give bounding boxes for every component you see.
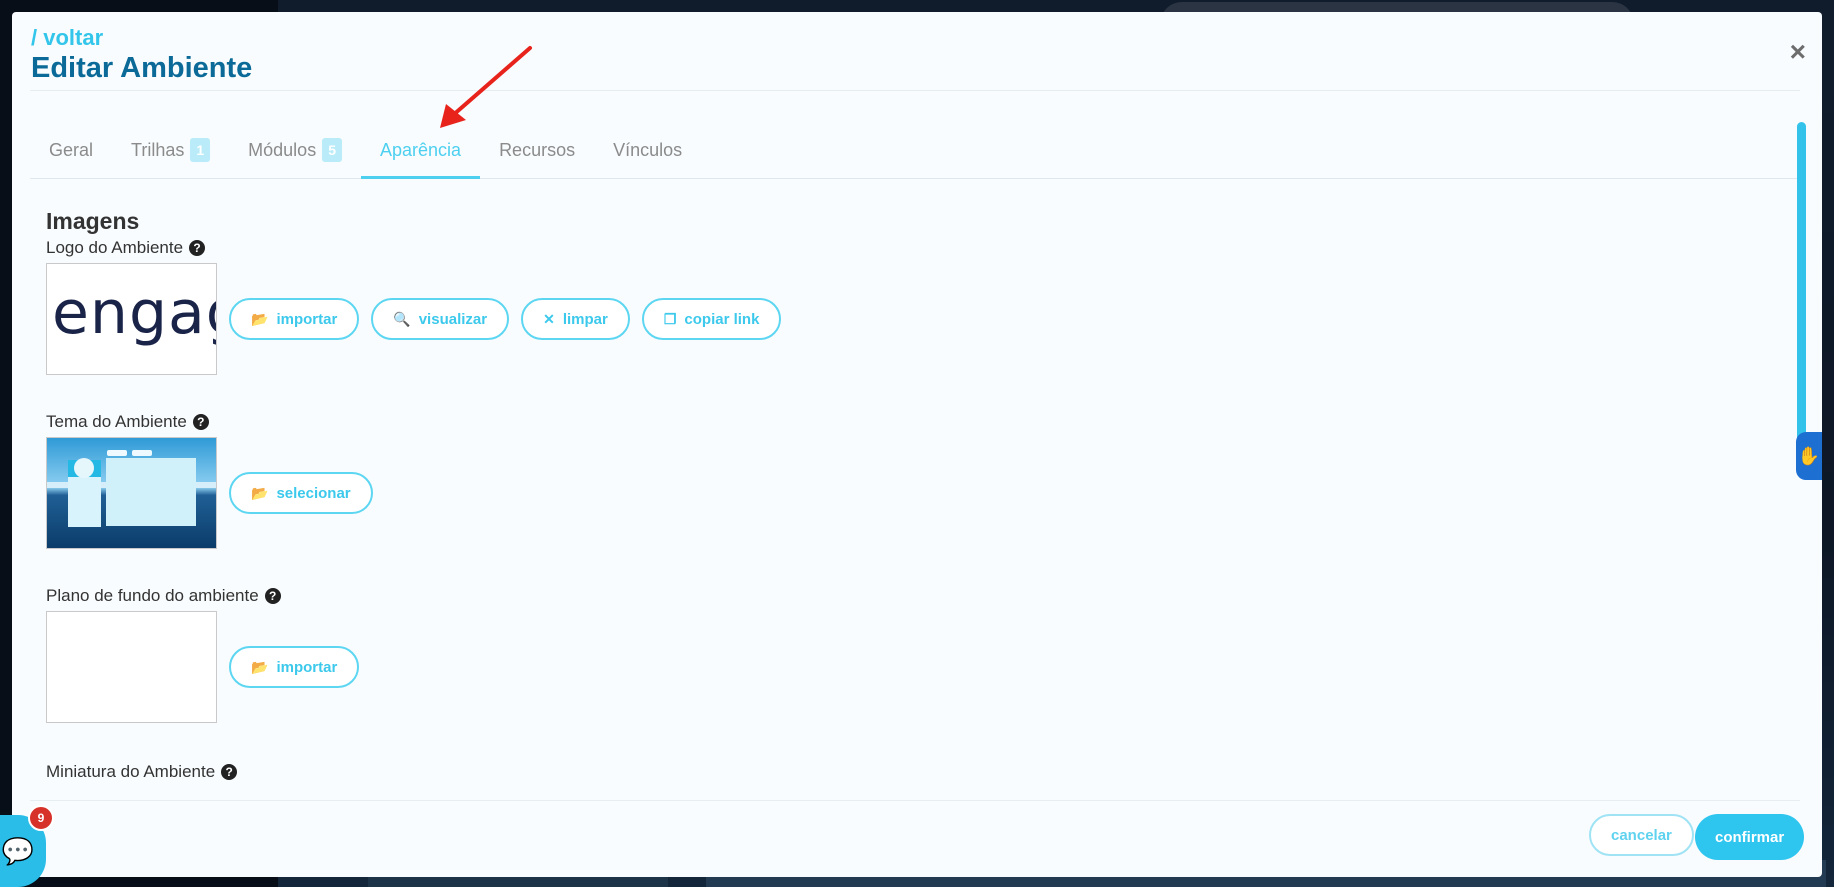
tab-label: Módulos bbox=[248, 139, 317, 160]
import-background-button[interactable]: 📂 importar bbox=[229, 646, 360, 688]
accessibility-hand-icon[interactable]: ✋ bbox=[1796, 432, 1822, 480]
count-badge: 5 bbox=[322, 138, 342, 162]
section-title: Imagens bbox=[46, 208, 140, 234]
theme-preview-pane bbox=[106, 458, 196, 526]
button-label: visualizar bbox=[418, 310, 488, 328]
logo-label: Logo do Ambiente bbox=[46, 238, 184, 257]
button-label: importar bbox=[276, 658, 338, 676]
theme-preview-sidebar bbox=[68, 477, 101, 527]
count-badge: 1 bbox=[190, 138, 211, 162]
theme-preview-tab bbox=[107, 450, 127, 456]
tab-modulos[interactable]: Módulos 5 bbox=[229, 122, 361, 178]
tab-vinculos[interactable]: Vínculos bbox=[594, 122, 701, 178]
close-icon: ✕ bbox=[543, 310, 555, 327]
theme-preview-tab bbox=[132, 450, 152, 456]
notification-badge: 9 bbox=[28, 805, 54, 831]
button-label: selecionar bbox=[276, 484, 351, 502]
logo-field: Logo do Ambiente ? engag 📂 importar 🔍 vi… bbox=[46, 237, 1766, 375]
tab-label: Recursos bbox=[499, 139, 576, 160]
tab-aparencia[interactable]: Aparência bbox=[361, 122, 481, 179]
theme-row: 📂 selecionar bbox=[46, 437, 1766, 549]
logo-preview: engag bbox=[46, 263, 217, 375]
import-logo-button[interactable]: 📂 importar bbox=[229, 298, 360, 340]
button-label: importar bbox=[276, 310, 338, 328]
close-button[interactable]: × bbox=[1790, 38, 1806, 66]
back-link[interactable]: / voltar bbox=[31, 25, 252, 51]
question-circle-icon[interactable]: ? bbox=[264, 588, 281, 604]
logo-preview-text: engag bbox=[52, 278, 216, 348]
view-logo-button[interactable]: 🔍 visualizar bbox=[371, 298, 510, 340]
question-circle-icon[interactable]: ? bbox=[189, 240, 206, 256]
theme-field: Tema do Ambiente ? 📂 selecionar bbox=[46, 411, 1766, 549]
question-circle-icon[interactable]: ? bbox=[192, 414, 209, 430]
thumbnail-label: Miniatura do Ambiente bbox=[46, 762, 216, 781]
field-label: Plano de fundo do ambiente ? bbox=[46, 585, 1766, 607]
tab-recursos[interactable]: Recursos bbox=[480, 122, 594, 178]
background-field: Plano de fundo do ambiente ? 📂 importar bbox=[46, 585, 1766, 723]
scrollbar-thumb[interactable] bbox=[1797, 122, 1806, 449]
background-label: Plano de fundo do ambiente bbox=[46, 586, 259, 605]
field-label: Miniatura do Ambiente ? bbox=[46, 761, 1766, 783]
thumbnail-field: Miniatura do Ambiente ? bbox=[46, 761, 1766, 783]
tab-bar: Geral Trilhas 1 Módulos 5 Aparência Recu… bbox=[30, 122, 1802, 179]
search-icon: 🔍 bbox=[393, 310, 411, 327]
folder-open-icon: 📂 bbox=[251, 484, 269, 501]
button-label: copiar link bbox=[684, 310, 760, 328]
button-label: limpar bbox=[562, 310, 608, 328]
theme-preview[interactable] bbox=[46, 437, 217, 549]
modal-header: / voltar Editar Ambiente bbox=[31, 25, 252, 85]
folder-open-icon: 📂 bbox=[251, 658, 269, 675]
edit-environment-modal: / voltar Editar Ambiente × Geral Trilhas… bbox=[12, 12, 1822, 877]
field-label: Logo do Ambiente ? bbox=[46, 237, 1766, 259]
field-label: Tema do Ambiente ? bbox=[46, 411, 1766, 433]
folder-open-icon: 📂 bbox=[251, 310, 269, 327]
logo-row: engag 📂 importar 🔍 visualizar ✕ limpar ❐… bbox=[46, 263, 1766, 375]
annotation-arrow-icon bbox=[440, 46, 532, 128]
background-row: 📂 importar bbox=[46, 611, 1766, 723]
tab-label: Trilhas bbox=[131, 139, 185, 160]
theme-preview-avatar bbox=[74, 458, 94, 478]
theme-label: Tema do Ambiente bbox=[46, 412, 187, 431]
clear-logo-button[interactable]: ✕ limpar bbox=[521, 298, 630, 340]
appearance-content: Imagens Logo do Ambiente ? engag 📂 impor… bbox=[46, 207, 1766, 783]
copy-link-button[interactable]: ❐ copiar link bbox=[641, 298, 782, 340]
tab-label: Aparência bbox=[380, 139, 462, 160]
question-circle-icon[interactable]: ? bbox=[221, 764, 238, 780]
tab-geral[interactable]: Geral bbox=[30, 122, 112, 178]
chat-icon: 💬 bbox=[1, 835, 35, 866]
footer-divider bbox=[30, 800, 1800, 801]
confirm-button[interactable]: confirmar bbox=[1695, 814, 1805, 860]
tab-label: Geral bbox=[49, 139, 94, 160]
tab-trilhas[interactable]: Trilhas 1 bbox=[112, 122, 229, 178]
cancel-button[interactable]: cancelar bbox=[1589, 814, 1694, 856]
modal-title: Editar Ambiente bbox=[31, 52, 253, 84]
copy-icon: ❐ bbox=[663, 310, 677, 327]
header-divider bbox=[30, 90, 1800, 91]
background-preview bbox=[46, 611, 217, 723]
select-theme-button[interactable]: 📂 selecionar bbox=[229, 472, 373, 514]
tab-label: Vínculos bbox=[613, 139, 683, 160]
